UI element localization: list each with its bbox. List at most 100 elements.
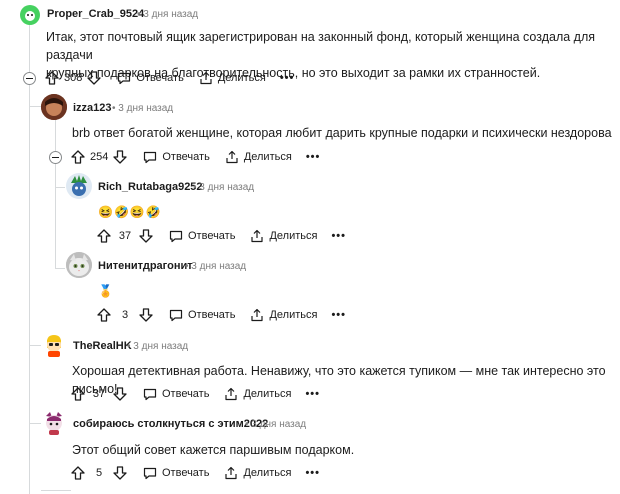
upvote-icon[interactable] <box>96 307 112 323</box>
downvote-icon[interactable] <box>112 465 128 481</box>
vote-count: 3 <box>121 309 129 321</box>
comment-actions: 3 Отвечать Делиться ••• <box>96 306 346 324</box>
comment-timestamp[interactable]: • 3 дня назад <box>112 103 173 114</box>
thread-line[interactable] <box>55 118 56 268</box>
thread-connector <box>29 106 41 107</box>
comment-username[interactable]: TheRealHK <box>73 340 132 352</box>
more-options-button[interactable]: ••• <box>280 72 295 84</box>
comment-username[interactable]: Нитенитдрагонит <box>98 260 193 272</box>
comment-username[interactable]: собираюсь столкнуться с этим2022 <box>73 418 268 430</box>
avatar[interactable] <box>41 410 67 436</box>
reply-icon <box>143 388 157 401</box>
timestamp-text[interactable]: 3 дня назад <box>251 419 306 430</box>
timestamp-text[interactable]: 3 дня назад <box>133 341 188 352</box>
comment-timestamp[interactable]: • 3 дня назад <box>185 261 246 272</box>
reply-label: Отвечать <box>162 467 210 479</box>
comment-actions: 37 Отвечать Делиться ••• <box>70 385 320 403</box>
timestamp-text[interactable]: 3 дня назад <box>143 9 198 20</box>
more-options-button[interactable]: ••• <box>306 151 321 163</box>
more-options-button[interactable]: ••• <box>331 309 346 321</box>
downvote-icon[interactable] <box>112 149 128 165</box>
comment-actions: 254 Отвечать Делиться ••• <box>70 148 320 166</box>
reply-button[interactable]: Отвечать <box>168 307 235 323</box>
reply-icon <box>169 230 183 243</box>
comment-timestamp[interactable]: • 3 дня назад <box>127 341 188 352</box>
reply-label: Отвечать <box>136 72 184 84</box>
separator-dot: • <box>185 261 189 272</box>
more-options-button[interactable]: ••• <box>305 388 320 400</box>
comment-text-line: Итак, этот почтовый ящик зарегистрирован… <box>46 30 596 62</box>
upvote-icon[interactable] <box>70 465 86 481</box>
share-button[interactable]: Делиться <box>249 307 317 323</box>
vote-count: 37 <box>92 388 106 400</box>
comment-timestamp[interactable]: • 3 дня назад <box>245 419 306 430</box>
separator-dot: • <box>193 182 197 193</box>
share-button[interactable]: Делиться <box>223 386 291 402</box>
upvote-icon[interactable] <box>44 70 60 86</box>
avatar[interactable] <box>66 173 92 199</box>
thread-connector <box>41 490 71 491</box>
reply-label: Отвечать <box>188 230 236 242</box>
comment-username[interactable]: izza123 <box>73 102 112 114</box>
thread-connector <box>29 423 41 424</box>
avatar[interactable] <box>41 94 67 120</box>
comment-body: brb ответ богатой женщине, которая любит… <box>72 126 612 140</box>
reply-button[interactable]: Отвечать <box>142 149 210 165</box>
emoji-reaction: 😆🤣😆🤣 <box>98 205 162 219</box>
reply-button[interactable]: Отвечать <box>142 386 209 402</box>
separator-dot: • <box>127 341 131 352</box>
avatar[interactable] <box>41 332 67 358</box>
share-icon <box>200 71 212 85</box>
collapse-thread-button[interactable] <box>23 72 36 85</box>
thread-connector <box>29 345 41 346</box>
reply-icon <box>143 467 157 480</box>
comment-username[interactable]: Rich_Rutabaga9252 <box>98 181 203 193</box>
vote-count: 37 <box>118 230 132 242</box>
timestamp-text[interactable]: 3 дня назад <box>191 261 246 272</box>
share-icon <box>251 308 264 322</box>
timestamp-text[interactable]: 3 дня назад <box>199 182 254 193</box>
reply-icon <box>118 72 131 85</box>
avatar[interactable] <box>66 252 92 278</box>
downvote-icon[interactable] <box>86 70 102 86</box>
downvote-icon[interactable] <box>112 386 128 402</box>
comment-username[interactable]: Proper_Crab_9524 <box>47 8 144 20</box>
vote-count: 308 <box>64 72 83 84</box>
share-button[interactable]: Делиться <box>223 465 291 481</box>
comment-body: Этот общий совет кажется паршивым подарк… <box>72 443 355 457</box>
share-label: Делиться <box>243 388 292 400</box>
share-label: Делиться <box>269 309 318 321</box>
reply-button[interactable]: Отвечать <box>168 228 235 244</box>
timestamp-text[interactable]: 3 дня назад <box>118 103 173 114</box>
downvote-icon[interactable] <box>138 228 154 244</box>
upvote-icon[interactable] <box>96 228 112 244</box>
thread-connector <box>55 187 65 188</box>
share-button[interactable]: Делиться <box>224 149 292 165</box>
comment-actions: 37 Отвечать Делиться ••• <box>96 227 346 245</box>
emoji-reaction: 🏅 <box>98 284 113 298</box>
reply-icon <box>144 151 157 164</box>
comment-actions: 308 Отвечать Делиться ••• <box>44 69 294 87</box>
separator-dot: • <box>245 419 249 430</box>
comment-actions: 5 Отвечать Делиться ••• <box>70 464 320 482</box>
share-button[interactable]: Делиться <box>249 228 317 244</box>
upvote-icon[interactable] <box>70 386 86 402</box>
more-options-button[interactable]: ••• <box>305 467 320 479</box>
reply-button[interactable]: Отвечать <box>116 70 184 86</box>
reply-button[interactable]: Отвечать <box>142 465 209 481</box>
share-button[interactable]: Делиться <box>198 70 266 86</box>
share-icon <box>251 229 264 243</box>
comment-timestamp[interactable]: • 3 дня назад <box>137 9 198 20</box>
more-options-button[interactable]: ••• <box>331 230 346 242</box>
collapse-thread-button[interactable] <box>49 151 62 164</box>
separator-dot: • <box>112 103 116 114</box>
share-label: Делиться <box>269 230 318 242</box>
vote-count: 5 <box>95 467 103 479</box>
comment-timestamp[interactable]: • 3 дня назад <box>193 182 254 193</box>
downvote-icon[interactable] <box>138 307 154 323</box>
share-label: Делиться <box>217 72 266 84</box>
reply-icon <box>169 309 183 322</box>
upvote-icon[interactable] <box>70 149 86 165</box>
avatar[interactable] <box>20 5 40 25</box>
reply-label: Отвечать <box>162 388 210 400</box>
